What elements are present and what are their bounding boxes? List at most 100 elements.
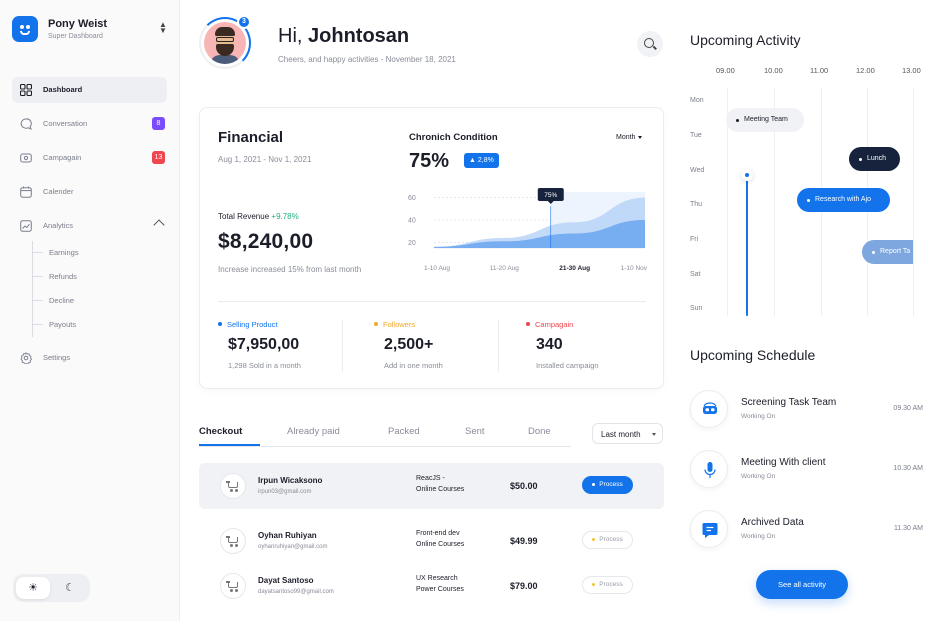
time-label: 10.00 [764, 66, 783, 75]
customer-name: Oyhan Ruhiyan [258, 531, 317, 540]
chart-x-tick-label: 1-10 Aug [424, 265, 450, 272]
moon-icon[interactable]: ☾ [53, 577, 87, 599]
chevron-up-icon[interactable] [153, 219, 165, 231]
microphone-icon [690, 450, 728, 488]
chart-y-tick-label: 60 [408, 195, 416, 202]
sidebar: Pony Weist Super Dashboard ▲ ▼ Dashboard … [0, 0, 180, 621]
customer-email: oyhanruhiyan@gmail.com [258, 544, 328, 550]
event-report[interactable]: Report Ta [862, 240, 913, 264]
message-icon [690, 510, 728, 548]
chat-icon [20, 118, 32, 130]
day-label: Sat [690, 271, 701, 278]
day-label: Wed [690, 167, 705, 174]
condition-change-value: 2,8% [477, 157, 494, 164]
stat-note: Installed campaign [536, 361, 599, 370]
brand-logo [12, 16, 38, 42]
course-type: Power Courses [416, 586, 464, 593]
revenue-value: $8,240,00 [218, 230, 314, 253]
chevron-updown-icon[interactable]: ▲ ▼ [159, 21, 167, 35]
process-button[interactable]: Process [582, 531, 633, 549]
tab-packed[interactable]: Packed [388, 426, 420, 437]
cart-icon [220, 528, 246, 554]
sidebar-item-calender[interactable]: Calender [12, 179, 167, 205]
revenue-label-text: Total Revenue [218, 212, 270, 221]
schedule-title: Screening Task Team [741, 397, 837, 408]
revenue-label: Total Revenue +9.78% [218, 212, 299, 221]
subnav-item-refunds[interactable]: Refunds [33, 265, 167, 289]
process-button[interactable]: Process [582, 476, 633, 494]
revenue-note: Increase increased 15% from last month [218, 265, 362, 274]
filter-label: Last month [601, 430, 641, 439]
event-meeting-team[interactable]: Meeting Team [726, 108, 804, 132]
time-label: 13.00 [902, 66, 921, 75]
sidebar-item-label: Dashboard [43, 85, 83, 94]
chart-y-tick-label: 20 [408, 240, 416, 247]
divider [218, 301, 646, 302]
theme-toggle: ☀ ☾ [13, 574, 90, 602]
day-label: Sun [690, 305, 703, 312]
table-row[interactable]: Oyhan Ruhiyan oyhanruhiyan@gmail.com Fro… [199, 518, 664, 564]
process-button[interactable]: Process [582, 576, 633, 594]
sidebar-item-conversation[interactable]: Conversation 8 [12, 111, 167, 137]
period-label: Month [616, 134, 636, 141]
schedule-item[interactable]: Meeting With client Working On 10.30 AM [690, 450, 923, 492]
table-row[interactable]: Dayat Santoso dayatsantoso99@gmail.com U… [199, 563, 664, 609]
table-row[interactable]: Irpun Wicaksono irpun03@gmail.com ReacJS… [199, 463, 664, 509]
day-label: Fri [690, 236, 699, 243]
caret-down-icon [652, 433, 656, 436]
stat-selling-product: Selling Product $7,950,00 1,298 Sold in … [218, 318, 348, 374]
calendar-icon [20, 186, 32, 198]
sun-icon[interactable]: ☀ [16, 577, 50, 599]
sidebar-nav: Dashboard Conversation 8 Campagain 13 Ca… [12, 77, 167, 379]
stat-label: Campagain [535, 320, 574, 329]
see-all-activity-button[interactable]: See all activity [756, 570, 848, 599]
user-avatar[interactable]: 3 [199, 15, 251, 69]
stat-note: 1,298 Sold in a month [228, 361, 301, 370]
status-dot [592, 482, 596, 486]
subnav-label: Payouts [49, 320, 77, 329]
period-filter-dropdown[interactable]: Last month [592, 423, 663, 444]
customer-name: Dayat Santoso [258, 576, 314, 585]
caret-down-icon [638, 135, 643, 139]
tab-checkout[interactable]: Checkout [199, 426, 242, 437]
workspace-switcher[interactable]: Pony Weist Super Dashboard ▲ ▼ [12, 16, 172, 46]
schedule-item[interactable]: Screening Task Team Working On 09.30 AM [690, 390, 923, 432]
period-dropdown[interactable]: Month [616, 134, 643, 141]
customer-email: dayatsantoso99@gmail.com [258, 589, 334, 595]
sidebar-item-campagain[interactable]: Campagain 13 [12, 145, 167, 171]
sidebar-item-label: Analytics [43, 221, 74, 230]
search-button[interactable] [637, 31, 663, 57]
event-research-with-ajo[interactable]: Research with Ajo [797, 188, 890, 212]
chart-x-tick-label: 1-10 Nov [621, 265, 648, 272]
subnav-item-payouts[interactable]: Payouts [33, 313, 167, 337]
course-type: Online Courses [416, 486, 465, 493]
greeting-hi: Hi, [278, 25, 303, 47]
upcoming-schedule-title: Upcoming Schedule [690, 347, 816, 363]
divider [498, 320, 499, 372]
current-time-marker[interactable] [741, 169, 753, 181]
event-lunch[interactable]: Lunch [849, 147, 900, 171]
chart-x-tick-label: 11-20 Aug [490, 265, 520, 272]
sidebar-item-dashboard[interactable]: Dashboard [12, 77, 167, 103]
order-price: $79.00 [510, 581, 538, 591]
sidebar-item-label: Conversation [43, 119, 88, 128]
sidebar-item-analytics[interactable]: Analytics [12, 213, 167, 239]
tab-already-paid[interactable]: Already paid [287, 426, 340, 437]
stat-label: Followers [383, 320, 416, 329]
schedule-title: Archived Data [741, 517, 804, 528]
subnav-item-decline[interactable]: Decline [33, 289, 167, 313]
schedule-item[interactable]: Archived Data Working On 11.30 AM [690, 510, 923, 552]
sidebar-item-label: Calender [43, 187, 74, 196]
analytics-icon [20, 220, 32, 232]
subnav-item-earnings[interactable]: Earnings [33, 241, 167, 265]
status-label: Process [599, 481, 623, 488]
stat-label: Selling Product [227, 320, 278, 329]
brand-subtitle: Super Dashboard [48, 33, 103, 40]
tab-done[interactable]: Done [528, 426, 551, 437]
condition-value: 75% [409, 150, 450, 172]
course-name: UX Research [416, 575, 458, 582]
course-name: ReacJS - [416, 475, 445, 482]
sidebar-item-settings[interactable]: Settings [12, 345, 167, 371]
current-time-line [746, 174, 748, 316]
tab-sent[interactable]: Sent [465, 426, 485, 437]
